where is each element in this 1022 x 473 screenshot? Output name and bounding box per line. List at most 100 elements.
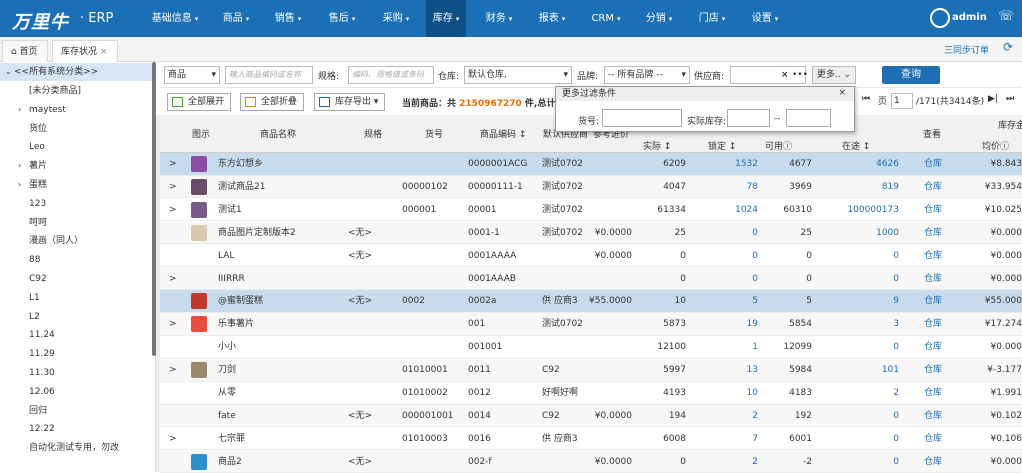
close-icon[interactable]: ×	[100, 47, 108, 57]
cell-locked[interactable]: 5	[700, 290, 758, 312]
cell-transit[interactable]: 100000173	[815, 199, 899, 221]
sidebar-item[interactable]: 漫画（同人）	[0, 232, 152, 250]
cell-view[interactable]: 仓库	[924, 153, 954, 175]
tab-inventory-status[interactable]: 库存状况 ×	[52, 40, 118, 62]
expand-row-icon[interactable]: >	[169, 359, 177, 381]
cell-locked[interactable]: 1532	[700, 153, 758, 175]
sidebar-item[interactable]: › maytest	[0, 101, 152, 119]
nav-item-4[interactable]: 采购 ▾	[377, 0, 415, 37]
col-in-transit[interactable]: 在途 ↕	[842, 139, 870, 152]
sidebar-item[interactable]: 123	[0, 195, 152, 213]
cell-locked[interactable]: 13	[700, 359, 758, 381]
cell-transit[interactable]: 3	[815, 313, 899, 335]
col-name[interactable]: 商品名称	[260, 127, 296, 140]
nav-item-11[interactable]: 设置 ▾	[746, 0, 784, 37]
col-sku[interactable]: 货号	[425, 127, 443, 140]
cell-view[interactable]: 仓库	[924, 222, 954, 244]
sidebar-item[interactable]: 自动化测试专用，勿改	[0, 439, 152, 457]
cell-view[interactable]: 仓库	[924, 336, 954, 358]
sidebar-item[interactable]: 88	[0, 251, 152, 269]
supplier-input[interactable]: × •••	[730, 66, 808, 84]
nav-item-10[interactable]: 门店 ▾	[693, 0, 731, 37]
cell-view[interactable]: 仓库	[924, 382, 954, 404]
cell-view[interactable]: 仓库	[924, 313, 954, 335]
cell-transit[interactable]: 0	[815, 268, 899, 290]
cell-transit[interactable]: 1000	[815, 222, 899, 244]
expand-row-icon[interactable]: >	[169, 313, 177, 335]
table-row[interactable]: > 七宗罪 01010003 0016 供 应商3 6008 7 6001 0 仓库 ¥0.106	[160, 428, 1022, 451]
sidebar-item[interactable]: 11.29	[0, 345, 152, 363]
cell-locked[interactable]: 0	[700, 268, 758, 290]
cell-view[interactable]: 仓库	[924, 451, 954, 473]
cell-transit[interactable]: 101	[815, 359, 899, 381]
first-page-icon[interactable]: ⏮	[862, 94, 870, 104]
user-avatar-icon[interactable]	[930, 8, 950, 28]
sidebar-item[interactable]: 呵呵	[0, 214, 152, 232]
nav-item-1[interactable]: 商品 ▾	[217, 0, 255, 37]
nav-item-5[interactable]: 库存 ▾	[426, 0, 466, 37]
col-code[interactable]: 商品编码 ↕	[480, 127, 526, 140]
table-row[interactable]: fate <无> 000001001 0014 C92 ¥0.0000 194 2 192 0 仓库…	[160, 404, 1022, 428]
table-row[interactable]: 小小 001001 12100 1 12099 0 仓库 ¥0.000	[160, 336, 1022, 359]
expand-row-icon[interactable]: >	[169, 176, 177, 198]
sidebar-item[interactable]: [未分类商品]	[0, 82, 152, 100]
popup-stock-max-input[interactable]	[786, 109, 831, 127]
cell-locked[interactable]: 78	[700, 176, 758, 198]
sidebar-item[interactable]: L2	[0, 308, 152, 326]
expand-all-button[interactable]: 全部展开	[167, 93, 232, 111]
notification-icon[interactable]: ☏	[998, 9, 1014, 24]
nav-item-8[interactable]: CRM ▾	[587, 0, 625, 37]
sync-orders-link[interactable]: 三同步订单	[944, 43, 989, 56]
cell-locked[interactable]: 19	[700, 313, 758, 335]
cell-locked[interactable]: 10	[700, 382, 758, 404]
next-page-icon[interactable]: ▶|	[988, 94, 998, 104]
brand-select[interactable]: -- 所有品牌 -- ▾	[604, 66, 690, 84]
sidebar-item[interactable]: L1	[0, 289, 152, 307]
col-available[interactable]: 可用ⓘ	[765, 139, 792, 152]
popup-sku-input[interactable]	[602, 109, 682, 127]
user-name[interactable]: admin	[952, 12, 987, 23]
cell-transit[interactable]: 0	[815, 405, 899, 427]
nav-item-3[interactable]: 售后 ▾	[323, 0, 361, 37]
cell-locked[interactable]: 2	[700, 405, 758, 427]
spec-input[interactable]: 编码、规格值或条码	[348, 66, 434, 84]
page-number-input[interactable]: 1	[891, 93, 913, 109]
table-row[interactable]: 商品2 <无> 002-f ¥0.0000 0 2 -2 0 仓库 ¥0.000	[160, 450, 1022, 473]
cell-view[interactable]: 仓库	[924, 428, 954, 450]
cell-locked[interactable]: 1	[700, 336, 758, 358]
expand-row-icon[interactable]: >	[169, 268, 177, 290]
expand-row-icon[interactable]: >	[169, 428, 177, 450]
cell-transit[interactable]: 0	[815, 245, 899, 267]
cell-transit[interactable]: 819	[815, 176, 899, 198]
cell-transit[interactable]: 9	[815, 290, 899, 312]
cell-locked[interactable]: 0	[700, 222, 758, 244]
sidebar-item[interactable]: C92	[0, 270, 152, 288]
expand-row-icon[interactable]: >	[169, 199, 177, 221]
cell-transit[interactable]: 2	[815, 382, 899, 404]
sidebar-item[interactable]: › 蛋糕	[0, 176, 152, 194]
cell-view[interactable]: 仓库	[924, 245, 954, 267]
cell-view[interactable]: 仓库	[924, 359, 954, 381]
table-row[interactable]: > 东方幻想乡 0000001ACG 测试0702 6209 1532 4677 4626 仓库…	[160, 153, 1022, 176]
query-button[interactable]: 查询	[882, 66, 940, 84]
chevron-right-icon[interactable]: ›	[18, 157, 21, 175]
cell-view[interactable]: 仓库	[924, 405, 954, 427]
table-row[interactable]: > IIIRRR 0001AAAB 0 0 0 0 仓库 ¥0.000	[160, 267, 1022, 290]
sidebar-item[interactable]: 回归	[0, 402, 152, 420]
warehouse-select[interactable]: 默认仓库, ▾	[464, 66, 572, 84]
cell-transit[interactable]: 0	[815, 451, 899, 473]
cell-view[interactable]: 仓库	[924, 268, 954, 290]
cell-locked[interactable]: 0	[700, 245, 758, 267]
cell-locked[interactable]: 1024	[700, 199, 758, 221]
nav-item-7[interactable]: 报表 ▾	[533, 0, 571, 37]
sidebar-item[interactable]: Leo	[0, 138, 152, 156]
col-actual[interactable]: 实际 ↕	[643, 139, 671, 152]
table-row[interactable]: LAL <无> 0001AAAA ¥0.0000 0 0 0 0 仓库 ¥0.000	[160, 245, 1022, 268]
sidebar-item[interactable]: 11.24	[0, 326, 152, 344]
refresh-icon[interactable]: ⟳	[1003, 40, 1013, 54]
cell-transit[interactable]: 0	[815, 428, 899, 450]
sidebar-item[interactable]: 12.06	[0, 383, 152, 401]
cell-view[interactable]: 仓库	[924, 176, 954, 198]
nav-item-9[interactable]: 分销 ▾	[640, 0, 678, 37]
collapse-all-button[interactable]: 全部折叠	[240, 93, 305, 111]
